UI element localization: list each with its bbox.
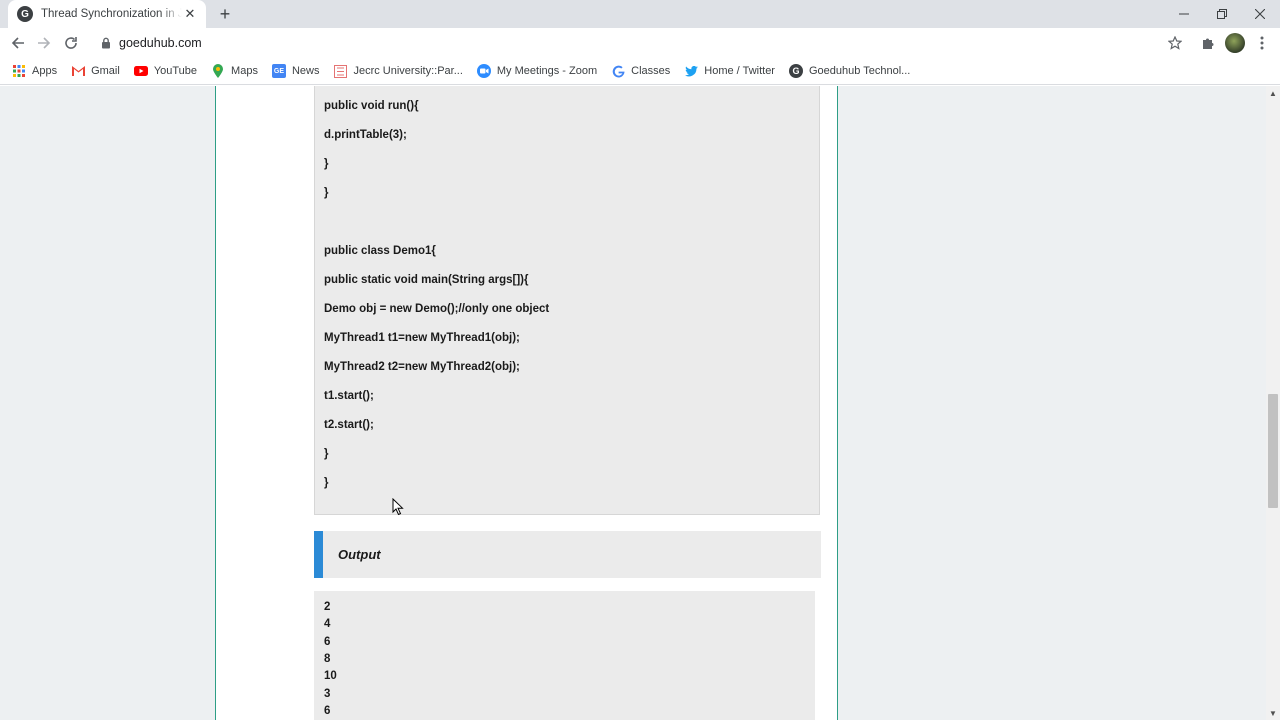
goeduhub-icon: G <box>788 64 803 78</box>
output-heading-bar: Output <box>314 531 821 578</box>
browser-tab[interactable]: G Thread Synchronization in Java - ✕ <box>8 0 206 28</box>
restore-button[interactable] <box>1202 0 1242 28</box>
bookmark-youtube[interactable]: YouTube <box>133 64 198 78</box>
extensions-puzzle-icon[interactable] <box>1198 33 1218 53</box>
scroll-up-arrow-icon[interactable]: ▲ <box>1266 86 1280 100</box>
scroll-down-arrow-icon[interactable]: ▼ <box>1266 706 1280 720</box>
apps-grid-icon <box>12 64 26 78</box>
scrollbar-thumb[interactable] <box>1268 394 1278 508</box>
output-heading: Output <box>338 547 381 562</box>
close-window-icon <box>1255 9 1265 19</box>
tab-close-icon[interactable]: ✕ <box>182 6 198 22</box>
lock-icon <box>99 36 113 50</box>
output-line: 2 <box>324 601 331 613</box>
code-line: public static void main(String args[]){ <box>324 274 529 286</box>
maps-icon <box>211 64 225 78</box>
forward-button[interactable] <box>32 31 56 55</box>
restore-icon <box>1217 9 1227 19</box>
bookmark-gmail[interactable]: Gmail <box>71 64 120 78</box>
reload-button[interactable] <box>59 31 83 55</box>
mouse-cursor-icon <box>392 498 404 516</box>
bookmark-classes[interactable]: Classes <box>611 64 670 78</box>
close-window-button[interactable] <box>1240 0 1280 28</box>
bookmarks-bar: Apps Gmail YouTube Maps GE News Jecrc Un… <box>0 58 1280 85</box>
bookmark-label: Classes <box>631 65 671 77</box>
youtube-icon <box>133 64 148 78</box>
output-line: 6 <box>324 705 331 717</box>
minimize-button[interactable] <box>1164 0 1204 28</box>
new-tab-button[interactable]: + <box>214 4 236 24</box>
tab-title: Thread Synchronization in Java - <box>41 8 182 20</box>
back-button[interactable] <box>6 31 30 55</box>
address-bar[interactable]: goeduhub.com <box>93 29 1193 57</box>
tab-strip: G Thread Synchronization in Java - ✕ + <box>0 0 1280 28</box>
code-block <box>314 86 820 515</box>
menu-kebab-icon[interactable] <box>1252 33 1272 53</box>
minimize-icon <box>1179 13 1189 15</box>
tab-favicon-icon: G <box>17 6 33 22</box>
output-block <box>314 591 815 720</box>
bookmark-label: Home / Twitter <box>704 65 775 77</box>
url-text: goeduhub.com <box>119 36 202 50</box>
zoom-icon <box>476 64 491 78</box>
code-line: d.printTable(3); <box>324 129 407 141</box>
forward-arrow-icon <box>38 37 51 49</box>
output-line: 6 <box>324 636 331 648</box>
bookmark-twitter[interactable]: Home / Twitter <box>684 64 775 78</box>
bookmark-label: Apps <box>32 65 58 77</box>
code-line: t2.start(); <box>324 419 374 431</box>
output-line: 8 <box>324 653 331 665</box>
code-line: t1.start(); <box>324 390 374 402</box>
code-line: } <box>324 448 329 460</box>
code-line: } <box>324 477 329 489</box>
browser-toolbar: goeduhub.com <box>0 28 1280 58</box>
bookmark-star-icon[interactable] <box>1165 33 1185 53</box>
news-icon: GE <box>271 64 286 78</box>
reload-icon <box>65 37 77 49</box>
bookmark-maps[interactable]: Maps <box>211 64 258 78</box>
code-line: Demo obj = new Demo();//only one object <box>324 303 550 315</box>
back-arrow-icon <box>11 37 24 49</box>
bookmark-label: YouTube <box>153 65 198 77</box>
bookmark-jecrc[interactable]: Jecrc University::Par... <box>333 64 463 78</box>
bookmark-news[interactable]: GE News <box>271 64 320 78</box>
code-line: MyThread2 t2=new MyThread2(obj); <box>324 361 520 373</box>
bookmark-label: News <box>291 65 320 77</box>
bookmark-label: Maps <box>231 65 258 77</box>
code-line: public class Demo1{ <box>324 245 436 257</box>
bookmark-label: My Meetings - Zoom <box>496 65 598 77</box>
code-line: } <box>324 187 329 199</box>
twitter-icon <box>684 64 698 78</box>
bookmark-zoom[interactable]: My Meetings - Zoom <box>476 64 598 78</box>
bookmark-label: Gmail <box>91 65 120 77</box>
output-line: 4 <box>324 618 331 630</box>
google-icon <box>611 64 625 78</box>
gmail-icon <box>71 64 85 78</box>
code-line: public void run(){ <box>324 100 419 112</box>
bookmark-apps[interactable]: Apps <box>12 64 57 78</box>
output-line: 10 <box>324 670 337 682</box>
jecrc-icon <box>333 64 347 78</box>
output-line: 3 <box>324 688 331 700</box>
bookmark-goeduhub[interactable]: G Goeduhub Technol... <box>788 64 911 78</box>
profile-avatar[interactable] <box>1225 33 1245 53</box>
bookmark-label: Jecrc University::Par... <box>353 65 463 77</box>
bookmark-label: Goeduhub Technol... <box>808 65 911 77</box>
code-line: MyThread1 t1=new MyThread1(obj); <box>324 332 520 344</box>
code-line: } <box>324 158 329 170</box>
